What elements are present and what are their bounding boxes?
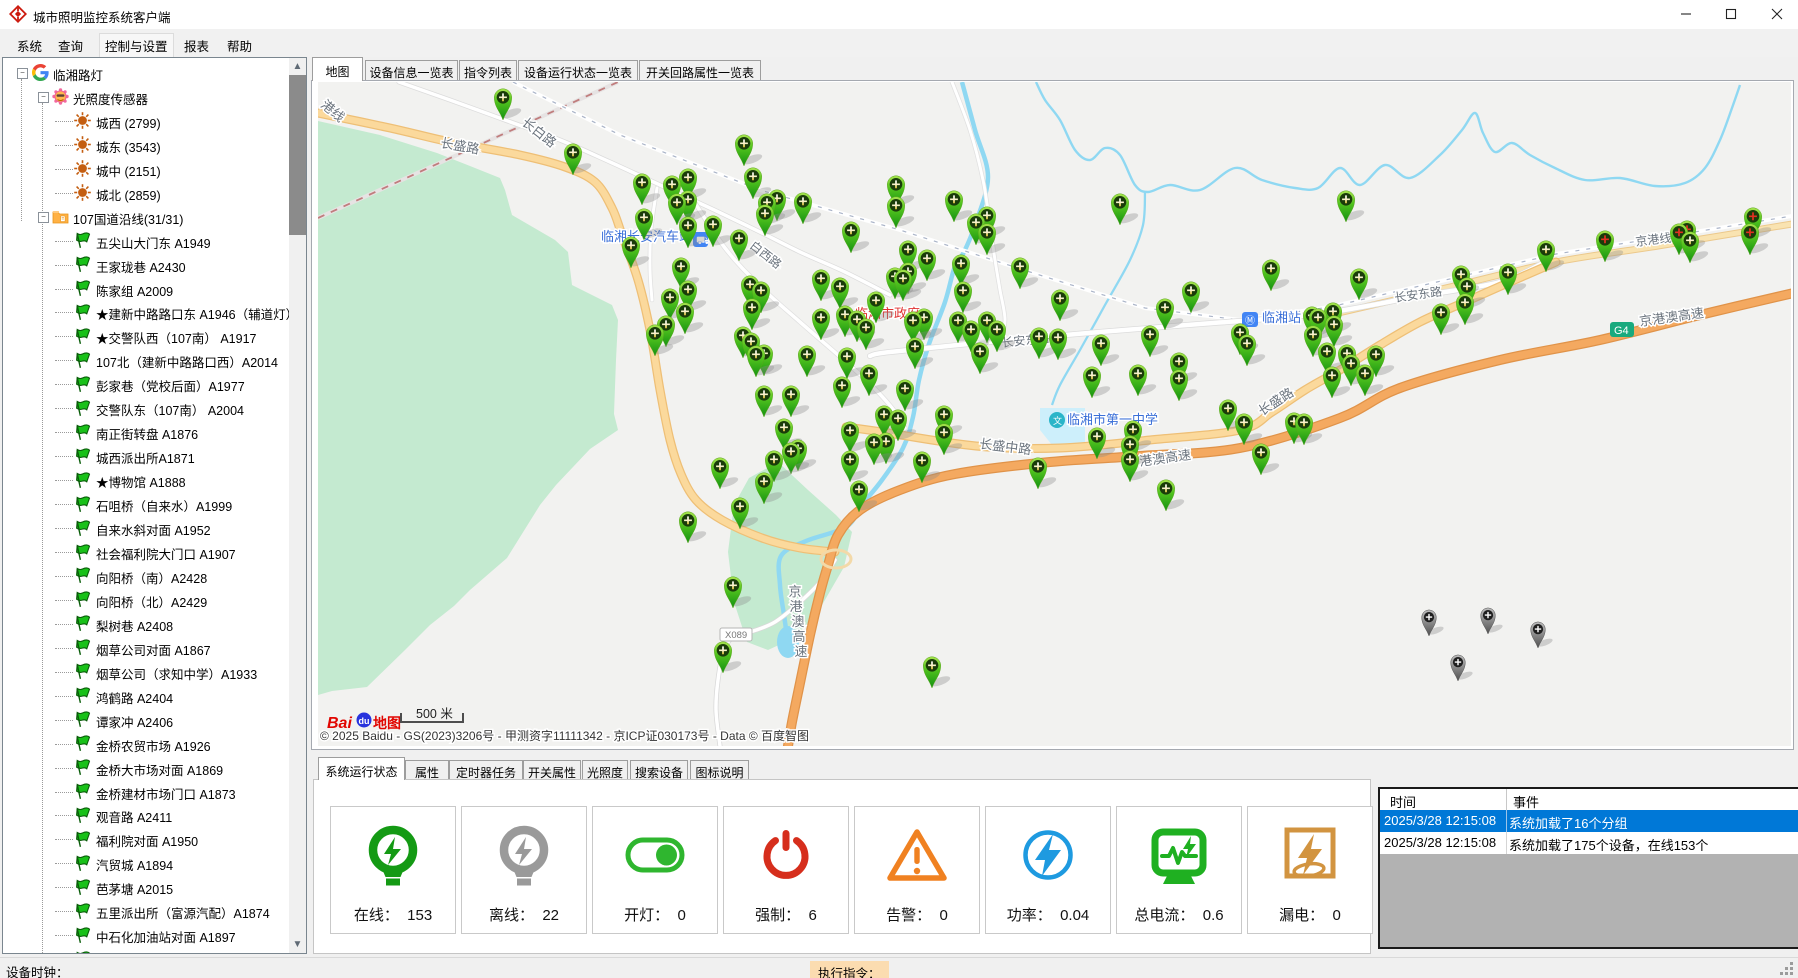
svg-text:澳: 澳	[791, 614, 804, 629]
svg-text:X089: X089	[725, 630, 747, 641]
svg-text:港: 港	[789, 599, 802, 614]
svg-text:© 2025 Baidu - GS(2023)3206号 -: © 2025 Baidu - GS(2023)3206号 - 甲测资字11111…	[320, 728, 809, 743]
svg-text:速: 速	[794, 644, 807, 659]
svg-text:文: 文	[1053, 415, 1062, 426]
svg-text:du: du	[359, 716, 370, 726]
svg-text:高: 高	[792, 629, 805, 644]
svg-text:临湘市第一中学: 临湘市第一中学	[1067, 412, 1158, 427]
svg-text:临湘站: 临湘站	[1262, 310, 1301, 325]
svg-text:Ⓜ: Ⓜ	[1245, 315, 1255, 327]
svg-text:G4: G4	[1614, 325, 1629, 337]
svg-text:500 米: 500 米	[416, 707, 453, 721]
svg-text:京: 京	[788, 584, 801, 599]
